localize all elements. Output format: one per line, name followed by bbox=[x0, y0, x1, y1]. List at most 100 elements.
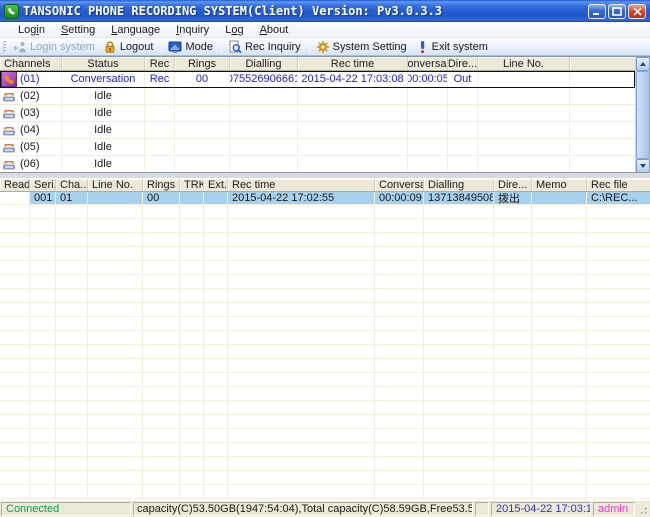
empty-cell bbox=[375, 317, 424, 330]
empty-cell bbox=[56, 387, 88, 400]
column-header-cha[interactable]: Cha... bbox=[56, 179, 88, 191]
column-header-dire[interactable]: Dire... bbox=[494, 179, 532, 191]
panel-splitter[interactable] bbox=[0, 172, 650, 179]
empty-cell bbox=[424, 415, 494, 428]
empty-record-row bbox=[0, 331, 650, 345]
scrollbar-track[interactable] bbox=[636, 71, 650, 159]
blank-cell bbox=[570, 122, 635, 138]
column-header-rec-time[interactable]: Rec time bbox=[298, 57, 408, 70]
empty-cell bbox=[532, 219, 587, 232]
empty-cell bbox=[228, 205, 375, 218]
column-header-rec[interactable]: Rec bbox=[145, 57, 175, 70]
column-header-read[interactable]: Read bbox=[0, 179, 30, 191]
empty-cell bbox=[228, 471, 375, 484]
empty-cell bbox=[204, 387, 228, 400]
column-header-rec-time[interactable]: Rec time bbox=[228, 179, 375, 191]
empty-cell bbox=[30, 205, 56, 218]
column-header-memo[interactable]: Memo bbox=[532, 179, 587, 191]
channel-row[interactable]: (01)ConversationRec000755269066612015-04… bbox=[0, 71, 635, 88]
logout-button[interactable]: Logout bbox=[100, 39, 159, 55]
minimize-button[interactable] bbox=[588, 4, 606, 19]
line-no-cell bbox=[478, 139, 570, 155]
scroll-up-button[interactable] bbox=[636, 57, 650, 71]
empty-cell bbox=[0, 359, 30, 372]
empty-record-row bbox=[0, 415, 650, 429]
empty-cell bbox=[143, 359, 180, 372]
scroll-down-button[interactable] bbox=[636, 159, 650, 172]
menu-inquiry[interactable]: Inquiry bbox=[168, 23, 217, 37]
rings-cell bbox=[175, 156, 230, 172]
statusbar-datetime: 2015-04-22 17:03:15 bbox=[491, 502, 591, 516]
empty-cell bbox=[56, 373, 88, 386]
column-header-line-no[interactable]: Line No. bbox=[88, 179, 143, 191]
login-system-button[interactable]: Login system bbox=[10, 39, 100, 55]
menu-login[interactable]: Login bbox=[10, 23, 53, 37]
mode-button[interactable]: Mode bbox=[165, 39, 218, 55]
column-header-dialling[interactable]: Dialling bbox=[424, 179, 494, 191]
empty-cell bbox=[494, 317, 532, 330]
scrollbar-thumb[interactable] bbox=[636, 71, 650, 159]
channel-row[interactable]: (03)Idle bbox=[0, 105, 635, 122]
empty-cell bbox=[424, 485, 494, 498]
column-header-channels[interactable]: Channels bbox=[0, 57, 62, 70]
empty-cell bbox=[204, 471, 228, 484]
channel-row[interactable]: (06)Idle bbox=[0, 156, 635, 172]
close-button[interactable] bbox=[628, 4, 646, 19]
channels-scrollbar[interactable] bbox=[635, 57, 650, 172]
empty-cell bbox=[30, 429, 56, 442]
empty-cell bbox=[180, 387, 204, 400]
empty-cell bbox=[180, 275, 204, 288]
menu-log[interactable]: Log bbox=[217, 23, 251, 37]
channel-cell: (04) bbox=[0, 122, 62, 138]
column-header-conversa[interactable]: Conversa... bbox=[408, 57, 448, 70]
empty-record-row bbox=[0, 345, 650, 359]
empty-cell bbox=[56, 443, 88, 456]
column-header-rings[interactable]: Rings bbox=[143, 179, 180, 191]
menu-about[interactable]: About bbox=[252, 23, 297, 37]
menu-language[interactable]: Language bbox=[103, 23, 168, 37]
empty-record-row bbox=[0, 261, 650, 275]
column-header-dialling[interactable]: Dialling bbox=[230, 57, 298, 70]
empty-cell bbox=[180, 373, 204, 386]
channel-row[interactable]: (04)Idle bbox=[0, 122, 635, 139]
channel-row[interactable]: (02)Idle bbox=[0, 88, 635, 105]
title-bar[interactable]: TANSONIC PHONE RECORDING SYSTEM(Client) … bbox=[0, 0, 650, 22]
toolbar-separator bbox=[221, 40, 222, 53]
column-header-trk[interactable]: TRK bbox=[180, 179, 204, 191]
empty-cell bbox=[532, 485, 587, 498]
rec-time-cell bbox=[298, 156, 408, 172]
maximize-button[interactable] bbox=[608, 4, 626, 19]
resize-grip[interactable] bbox=[636, 501, 650, 517]
dialling-cell bbox=[230, 122, 298, 138]
channel-row[interactable]: (05)Idle bbox=[0, 139, 635, 156]
empty-cell bbox=[204, 345, 228, 358]
empty-cell bbox=[494, 275, 532, 288]
column-header-rec-file[interactable]: Rec file bbox=[587, 179, 650, 191]
record-row[interactable]: 00101002015-04-22 17:02:5500:00:09137138… bbox=[0, 192, 650, 205]
column-header-seri[interactable]: Seri... bbox=[30, 179, 56, 191]
menu-setting[interactable]: Setting bbox=[53, 23, 103, 37]
column-header-ext[interactable]: Ext. bbox=[204, 179, 228, 191]
empty-cell bbox=[494, 387, 532, 400]
toolbar-grip[interactable] bbox=[3, 41, 6, 53]
empty-cell bbox=[204, 289, 228, 302]
rec-inquiry-button[interactable]: Rec Inquiry bbox=[225, 39, 306, 55]
exit-system-button[interactable]: Exit system bbox=[412, 39, 493, 55]
channel-label: (05) bbox=[20, 141, 40, 153]
empty-cell bbox=[494, 471, 532, 484]
column-header-line-no[interactable]: Line No. bbox=[478, 57, 570, 70]
exit-system-icon bbox=[415, 40, 429, 54]
column-header-rings[interactable]: Rings bbox=[175, 57, 230, 70]
column-header-conversa[interactable]: Conversa... bbox=[375, 179, 424, 191]
statusbar-spacer bbox=[475, 502, 489, 516]
line-no-cell bbox=[478, 88, 570, 104]
column-header-dire[interactable]: Dire... bbox=[448, 57, 478, 70]
memo-cell bbox=[532, 192, 587, 204]
conversa-cell bbox=[408, 122, 448, 138]
system-setting-button[interactable]: System Setting bbox=[313, 39, 412, 55]
records-table-header: ReadSeri...Cha...Line No.RingsTRKExt.Rec… bbox=[0, 179, 650, 192]
empty-cell bbox=[88, 443, 143, 456]
empty-cell bbox=[56, 359, 88, 372]
empty-cell bbox=[0, 303, 30, 316]
column-header-status[interactable]: Status bbox=[62, 57, 145, 70]
